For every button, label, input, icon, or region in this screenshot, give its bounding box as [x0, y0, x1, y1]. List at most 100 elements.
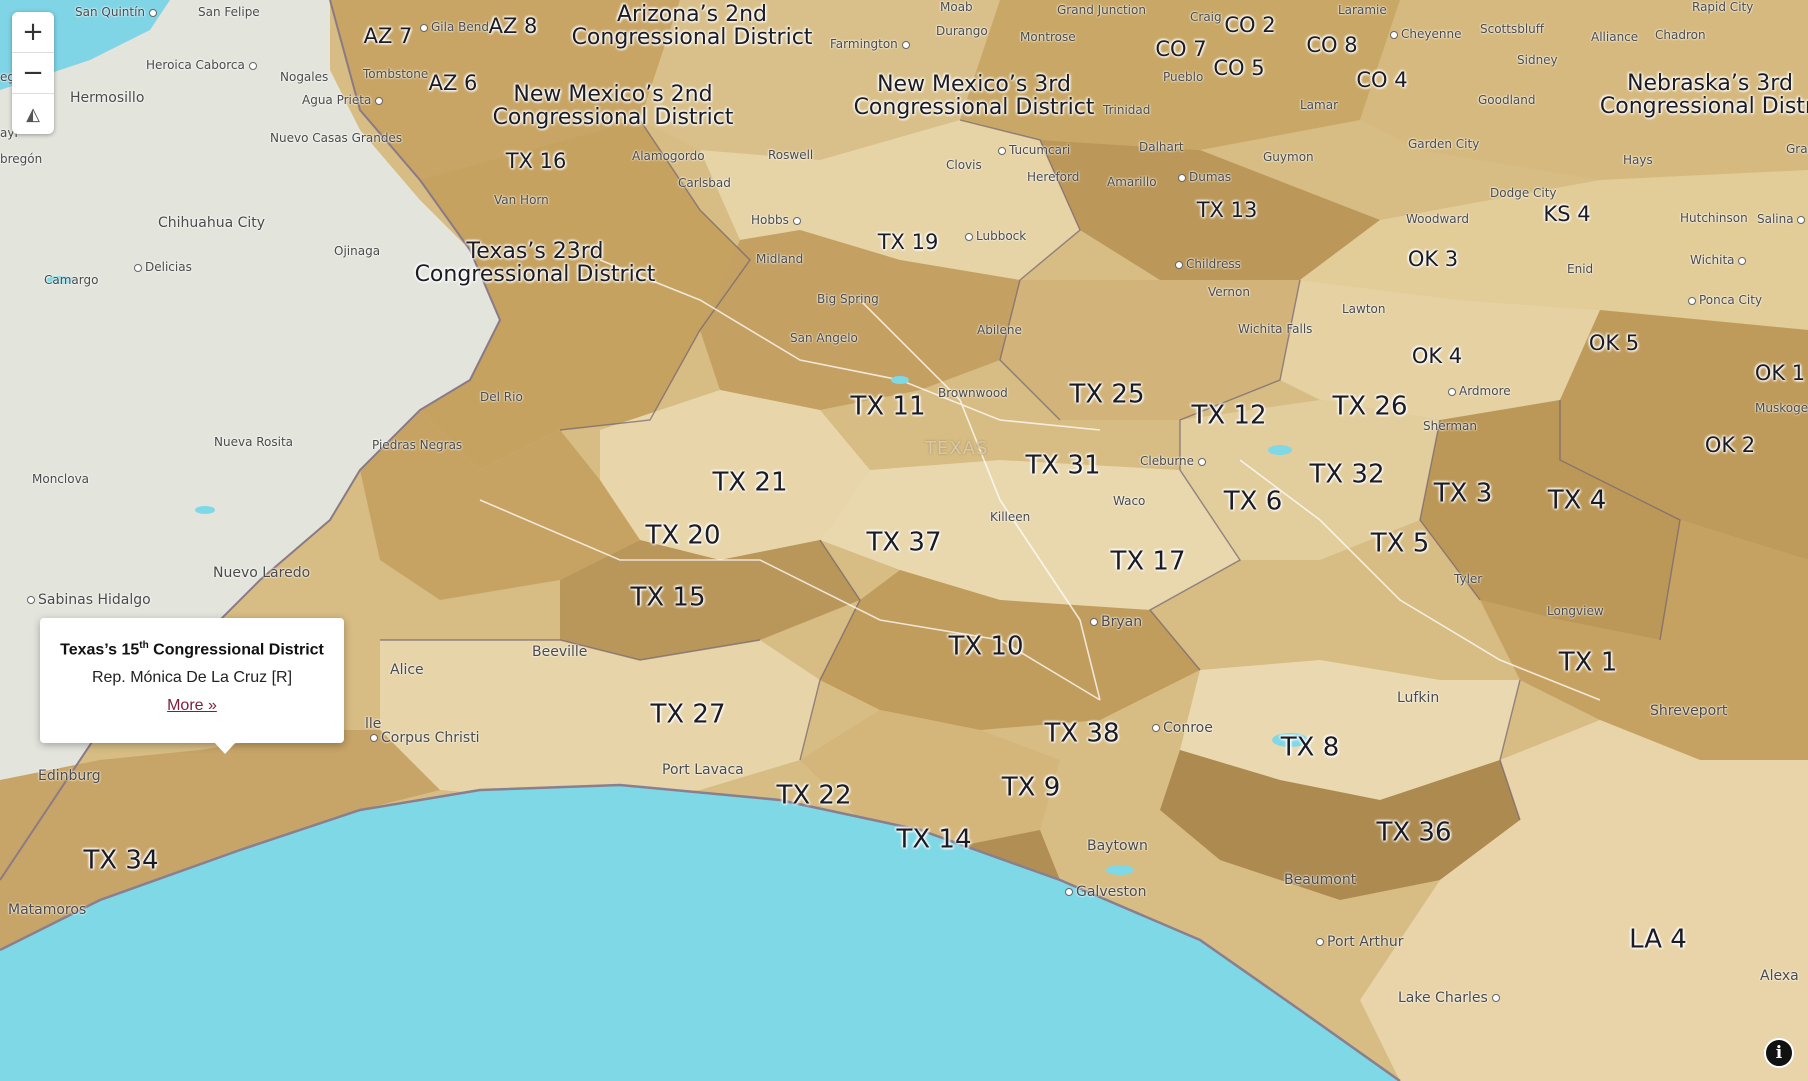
district-label-ne3[interactable]: Nebraska’s 3rd Congressional Distri	[1600, 72, 1808, 118]
city-waco: Waco	[1113, 494, 1145, 508]
district-label-tx8[interactable]: TX 8	[1281, 734, 1340, 762]
city-lake-charles: Lake Charles	[1398, 990, 1503, 1006]
district-label-tx12[interactable]: TX 12	[1191, 402, 1266, 430]
popup-more-link[interactable]: More »	[167, 697, 217, 715]
district-label-tx4[interactable]: TX 4	[1548, 487, 1607, 515]
state-label-texas: TEXAS	[925, 438, 989, 459]
district-label-ok2[interactable]: OK 2	[1705, 434, 1755, 456]
city-grand-junction: Grand Junction	[1057, 3, 1146, 17]
city-dot	[1065, 888, 1073, 896]
city-cheyenne: Cheyenne	[1390, 27, 1461, 41]
city-name: Killeen	[990, 510, 1031, 524]
city-roswell: Roswell	[768, 148, 813, 162]
city-enid: Enid	[1567, 262, 1593, 276]
district-label-az6[interactable]: AZ 6	[429, 72, 478, 94]
city-hobbs: Hobbs	[751, 213, 804, 227]
district-label-tx32[interactable]: TX 32	[1309, 461, 1384, 489]
district-label-tx23-line1: Texas’s 23rd	[466, 238, 604, 264]
city-name: Delicias	[145, 260, 192, 274]
city-name: bregón	[0, 152, 43, 166]
district-label-tx13[interactable]: TX 13	[1197, 199, 1258, 221]
city-montrose: Montrose	[1020, 30, 1076, 44]
city-dot	[901, 40, 910, 49]
info-button[interactable]: i	[1764, 1038, 1794, 1068]
city-name: Del Rio	[480, 390, 523, 404]
compass-icon: ◭	[26, 103, 40, 125]
district-label-tx1[interactable]: TX 1	[1559, 649, 1618, 677]
district-label-tx17[interactable]: TX 17	[1110, 548, 1185, 576]
district-label-tx21[interactable]: TX 21	[712, 469, 787, 497]
district-label-ok3[interactable]: OK 3	[1408, 248, 1458, 270]
city-childress: Childress	[1175, 257, 1241, 271]
district-label-tx11[interactable]: TX 11	[850, 393, 925, 421]
district-label-tx16[interactable]: TX 16	[506, 150, 567, 172]
district-label-tx22[interactable]: TX 22	[776, 782, 851, 810]
city-name: Agua Prieta	[302, 93, 372, 107]
district-label-co8[interactable]: CO 8	[1306, 34, 1357, 56]
city-name: Van Horn	[494, 193, 549, 207]
city-name: Nueva Rosita	[214, 435, 294, 449]
district-label-tx23[interactable]: Texas’s 23rd Congressional District	[415, 240, 656, 286]
district-label-co5[interactable]: CO 5	[1213, 57, 1264, 79]
district-label-co2[interactable]: CO 2	[1224, 14, 1275, 36]
district-label-nm3-line2: Congressional District	[853, 95, 1095, 120]
map-canvas[interactable]: TEXAS AZ 7 AZ 8 AZ 6 Arizona’s 2nd Congr…	[0, 0, 1808, 1081]
district-label-tx26[interactable]: TX 26	[1332, 393, 1407, 421]
city-beeville: Beeville	[532, 644, 587, 660]
city-hutchinson: Hutchinson	[1680, 211, 1748, 225]
district-label-tx15[interactable]: TX 15	[630, 584, 705, 612]
city-name: Montrose	[1020, 30, 1076, 44]
district-label-ok4[interactable]: OK 4	[1412, 345, 1462, 367]
city-vernon: Vernon	[1208, 285, 1250, 299]
district-label-az7[interactable]: AZ 7	[364, 25, 413, 47]
compass-button[interactable]: ◭	[12, 94, 54, 134]
zoom-control: + − ◭	[12, 12, 54, 134]
district-label-tx31[interactable]: TX 31	[1025, 452, 1100, 480]
city-ponca-city: Ponca City	[1688, 293, 1762, 307]
zoom-out-button[interactable]: −	[12, 53, 54, 94]
city-dot	[1448, 387, 1456, 396]
city-edinburg: Edinburg	[38, 768, 101, 784]
district-label-nm3-line1: New Mexico’s 3rd	[877, 71, 1071, 97]
district-label-tx37[interactable]: TX 37	[866, 529, 941, 557]
district-label-nm2[interactable]: New Mexico’s 2nd Congressional District	[493, 83, 734, 129]
district-label-co7[interactable]: CO 7	[1155, 38, 1206, 60]
district-label-tx25[interactable]: TX 25	[1069, 381, 1144, 409]
city-name: Farmington	[830, 37, 898, 51]
district-label-la4[interactable]: LA 4	[1629, 926, 1687, 954]
district-label-ks4[interactable]: KS 4	[1543, 203, 1590, 225]
popup-title: Texas’s 15th Congressional District	[40, 640, 344, 659]
district-label-tx9[interactable]: TX 9	[1002, 774, 1061, 802]
city-name: Camargo	[44, 273, 99, 287]
district-label-tx10[interactable]: TX 10	[948, 633, 1023, 661]
city-conroe: Conroe	[1152, 720, 1213, 736]
district-label-tx23-line2: Congressional District	[414, 262, 656, 287]
district-label-ok1[interactable]: OK 1	[1755, 362, 1805, 384]
district-label-az8[interactable]: AZ 8	[489, 15, 538, 37]
district-label-tx36[interactable]: TX 36	[1376, 819, 1451, 847]
district-label-tx6[interactable]: TX 6	[1224, 488, 1283, 516]
district-label-ok5[interactable]: OK 5	[1589, 332, 1639, 354]
district-label-tx38[interactable]: TX 38	[1044, 720, 1119, 748]
city-alice: Alice	[390, 662, 424, 678]
city-name: Craig	[1190, 10, 1222, 24]
city-ojinaga: Ojinaga	[334, 244, 380, 258]
district-label-nm3[interactable]: New Mexico’s 3rd Congressional District	[854, 73, 1095, 119]
district-label-tx3[interactable]: TX 3	[1434, 480, 1493, 508]
city-dot	[1797, 215, 1806, 224]
city-name: Shreveport	[1650, 703, 1728, 719]
district-label-tx14[interactable]: TX 14	[896, 826, 971, 854]
district-label-tx34[interactable]: TX 34	[83, 847, 158, 875]
district-label-ne3-line1: Nebraska’s 3rd	[1627, 70, 1793, 96]
district-label-tx5[interactable]: TX 5	[1371, 530, 1430, 558]
city-dot	[134, 263, 142, 272]
zoom-in-button[interactable]: +	[12, 12, 54, 53]
city-name: Cheyenne	[1401, 27, 1462, 41]
city-dot	[1492, 994, 1501, 1002]
district-label-tx20[interactable]: TX 20	[645, 522, 720, 550]
district-label-az2[interactable]: Arizona’s 2nd Congressional District	[572, 3, 813, 49]
district-label-tx19[interactable]: TX 19	[878, 231, 939, 253]
city-abilene: Abilene	[977, 323, 1022, 337]
district-label-co4[interactable]: CO 4	[1356, 69, 1407, 91]
district-label-tx27[interactable]: TX 27	[650, 701, 725, 729]
